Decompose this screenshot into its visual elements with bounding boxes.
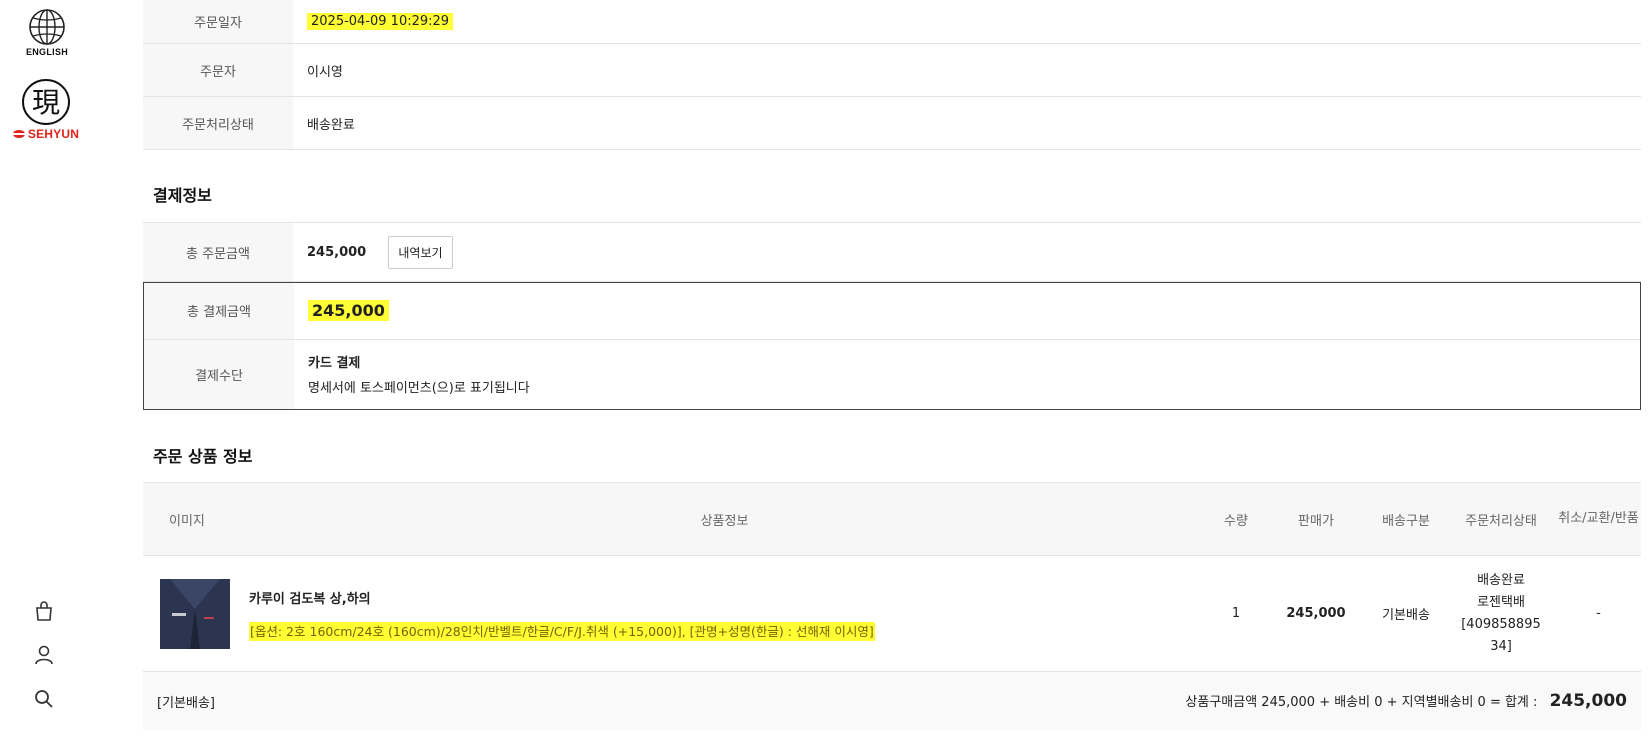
total-order-value: 245,000 bbox=[307, 244, 367, 260]
order-date-value: 2025-04-09 10:29:29 bbox=[307, 13, 454, 30]
brand-name: SEHYUN bbox=[27, 127, 80, 141]
payment-method-row: 결제수단 카드 결제 명세서에 토스페이먼츠(으)로 표기됩니다 bbox=[144, 339, 1640, 409]
order-detail-main: 주문일자 2025-04-09 10:29:29 주문자 이시영 주문처리상태 … bbox=[143, 0, 1641, 730]
total-payment-value: 245,000 bbox=[308, 300, 389, 322]
col-cancel-exchange-return: 취소/교환/반품 bbox=[1556, 482, 1641, 556]
total-order-row: 총 주문금액 245,000 내역보기 bbox=[143, 222, 1641, 282]
shopping-bag-icon[interactable] bbox=[33, 600, 55, 622]
view-details-button[interactable]: 내역보기 bbox=[388, 235, 453, 269]
user-icon[interactable] bbox=[33, 644, 55, 666]
order-status-row: 주문처리상태 배송완료 bbox=[143, 96, 1641, 150]
total-payment-label: 총 결제금액 bbox=[144, 283, 294, 340]
col-quantity: 수량 bbox=[1206, 482, 1266, 556]
products-section-title: 주문 상품 정보 bbox=[153, 447, 253, 466]
product-status: 배송완료 bbox=[1477, 572, 1525, 588]
rail-icon-group bbox=[33, 600, 59, 732]
product-options: [옵션: 2호 160cm/24호 (160cm)/28인치/반벨트/한글/C/… bbox=[249, 621, 875, 641]
products-footer: [기본배송] 상품구매금액 245,000 + 배송비 0 + 지역별배송비 0… bbox=[143, 672, 1641, 730]
products-header-row: 이미지 상품정보 수량 판매가 배송구분 주문처리상태 취소/교환/반품 bbox=[143, 482, 1641, 556]
price-summary: 상품구매금액 245,000 + 배송비 0 + 지역별배송비 0 = 합계 : bbox=[1185, 695, 1538, 710]
col-shipping-type: 배송구분 bbox=[1366, 482, 1446, 556]
payment-method-value: 카드 결제 bbox=[308, 356, 361, 372]
product-name[interactable]: 카루이 검도복 상,하의 bbox=[249, 588, 1205, 607]
grand-total: 245,000 bbox=[1549, 691, 1627, 711]
product-cancel-status: - bbox=[1556, 555, 1641, 672]
product-row: 카루이 검도복 상,하의 [옵션: 2호 160cm/24호 (160cm)/2… bbox=[143, 555, 1641, 672]
product-thumbnail[interactable] bbox=[160, 578, 230, 649]
order-info-table: 주문일자 2025-04-09 10:29:29 주문자 이시영 주문처리상태 … bbox=[143, 0, 1641, 150]
total-payment-row: 총 결제금액 245,000 bbox=[144, 283, 1640, 340]
order-status-label: 주문처리상태 bbox=[143, 96, 293, 150]
payment-method-label: 결제수단 bbox=[144, 339, 294, 409]
payment-summary-table: 총 주문금액 245,000 내역보기 bbox=[143, 222, 1641, 282]
order-date-label: 주문일자 bbox=[143, 0, 293, 44]
col-product-info: 상품정보 bbox=[243, 482, 1206, 556]
order-products-table: 이미지 상품정보 수량 판매가 배송구분 주문처리상태 취소/교환/반품 카루이… bbox=[143, 482, 1641, 672]
brand-logo[interactable]: 現 SEHYUN bbox=[8, 78, 84, 141]
search-icon[interactable] bbox=[33, 688, 55, 710]
order-status-value: 배송완료 bbox=[293, 96, 1641, 150]
product-price: 245,000 bbox=[1266, 555, 1366, 672]
payment-total-table: 총 결제금액 245,000 결제수단 카드 결제 명세서에 토스페이먼츠(으)… bbox=[144, 283, 1640, 409]
payment-total-box: 총 결제금액 245,000 결제수단 카드 결제 명세서에 토스페이먼츠(으)… bbox=[143, 282, 1641, 410]
product-shipping-type: 기본배송 bbox=[1366, 555, 1446, 672]
courier-name: 로젠택배 bbox=[1477, 594, 1525, 610]
globe-icon bbox=[29, 9, 65, 45]
language-label: ENGLISH bbox=[25, 47, 69, 57]
product-quantity: 1 bbox=[1206, 555, 1266, 672]
orderer-row: 주문자 이시영 bbox=[143, 43, 1641, 97]
col-price: 판매가 bbox=[1266, 482, 1366, 556]
payment-section-title: 결제정보 bbox=[153, 186, 212, 205]
left-sidebar: ENGLISH 現 SEHYUN bbox=[0, 0, 92, 750]
orderer-label: 주문자 bbox=[143, 43, 293, 97]
logo-glyph: 現 bbox=[32, 86, 60, 119]
orderer-value: 이시영 bbox=[293, 43, 1641, 97]
tracking-number-part2[interactable]: 34] bbox=[1447, 636, 1555, 658]
brand-wordmark: SEHYUN bbox=[8, 127, 84, 141]
tracking-number-part1[interactable]: [409858895 bbox=[1447, 614, 1555, 636]
payment-method-note: 명세서에 토스페이먼츠(으)로 표기됩니다 bbox=[308, 381, 530, 397]
col-order-status: 주문처리상태 bbox=[1446, 482, 1556, 556]
shipping-group-label: [기본배송] bbox=[157, 695, 215, 711]
order-date-row: 주문일자 2025-04-09 10:29:29 bbox=[143, 0, 1641, 44]
total-order-label: 총 주문금액 bbox=[143, 222, 293, 282]
brand-mark-icon bbox=[12, 130, 25, 138]
language-switch[interactable]: ENGLISH bbox=[22, 8, 72, 57]
sehyun-emblem-icon: 現 bbox=[22, 79, 70, 125]
col-image: 이미지 bbox=[143, 482, 243, 556]
